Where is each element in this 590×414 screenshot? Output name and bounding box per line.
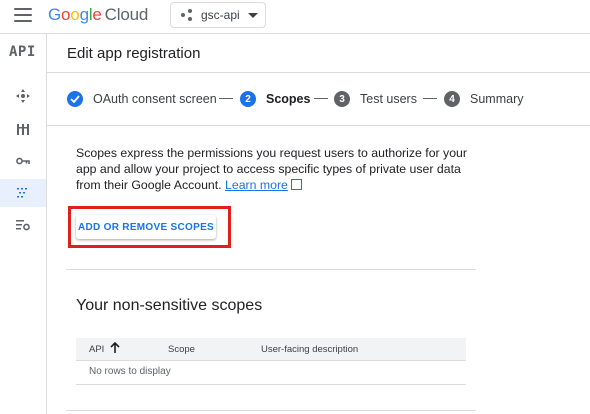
section-divider [66,410,476,411]
table-header: API Scope User-facing description [76,338,466,361]
scopes-description: Scopes express the permissions you reque… [76,145,471,193]
logo-letter: o [70,5,80,24]
step-summary[interactable]: 4 Summary [444,91,523,107]
apis-icon[interactable] [0,82,46,110]
step-scopes[interactable]: 2 Scopes [240,91,310,107]
logo-letter: g [79,5,89,24]
step-test-users[interactable]: 3 Test users [334,91,417,107]
step-divider [219,98,233,99]
project-icon [181,9,193,21]
library-icon[interactable] [0,115,46,143]
step-oauth-consent-screen[interactable]: OAuth consent screen [67,91,217,107]
left-rail: API [0,34,47,414]
settings-icon[interactable] [0,211,46,239]
logo-cloud-text: Cloud [104,5,149,24]
page-title: Edit app registration [67,45,201,62]
column-header-scope[interactable]: Scope [168,344,195,355]
check-circle-icon [67,91,83,107]
top-bar: Google Cloud gsc-api [0,0,590,34]
google-cloud-logo[interactable]: Google Cloud [48,5,148,25]
step-label: Summary [470,92,524,106]
page-header: Edit app registration [47,34,590,73]
column-header-api[interactable]: API [89,344,104,355]
column-header-description[interactable]: User-facing description [261,344,358,355]
logo-letter: G [48,5,62,24]
step-label: OAuth consent screen [93,92,217,106]
api-product-label: API [9,44,36,60]
learn-more-link[interactable]: Learn more [225,178,288,192]
oauth-consent-icon[interactable] [0,179,46,207]
sort-ascending-icon[interactable] [110,342,120,354]
empty-table-message: No rows to display [89,366,171,377]
step-divider [423,98,437,99]
step-label: Test users [360,92,417,106]
logo-letter: e [92,5,102,24]
credentials-key-icon[interactable] [0,147,46,175]
step-number: 4 [444,91,460,107]
external-link-icon [290,179,302,190]
section-title: Your non-sensitive scopes [76,297,263,314]
project-picker[interactable]: gsc-api [170,2,266,28]
main-menu-icon[interactable] [14,8,32,24]
learn-more-label: Learn more [225,178,288,192]
logo-letter: o [61,5,71,24]
step-label: Scopes [266,92,311,106]
project-name: gsc-api [201,8,240,22]
step-divider [314,98,328,99]
step-number: 3 [334,91,350,107]
chevron-down-icon [247,12,258,18]
add-or-remove-scopes-button[interactable]: ADD OR REMOVE SCOPES [76,215,216,239]
non-sensitive-scopes-table: API Scope User-facing description No row… [76,338,466,385]
registration-stepper: OAuth consent screen 2 Scopes 3 Test use… [47,73,590,126]
step-number: 2 [240,91,256,107]
section-divider [66,269,476,270]
